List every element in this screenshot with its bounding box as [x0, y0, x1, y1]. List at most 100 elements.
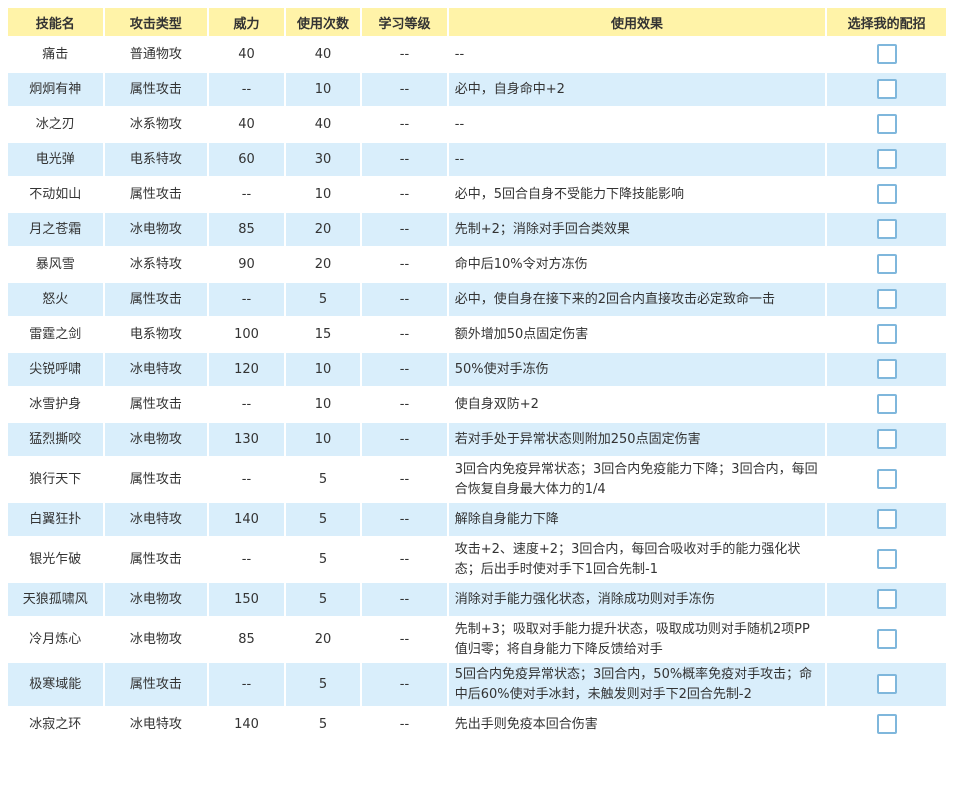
select-checkbox[interactable]	[876, 509, 897, 530]
select-cell	[827, 583, 946, 616]
uses-cell: 10	[285, 388, 361, 421]
table-row: 极寒域能 属性攻击 -- 5 -- 5回合内免疫异常状态；3回合内，50%概率免疫对手攻击…	[8, 663, 946, 706]
select-checkbox[interactable]	[876, 149, 897, 170]
power-cell: --	[209, 178, 284, 211]
learn-level-cell: --	[362, 353, 447, 386]
select-checkbox[interactable]	[876, 184, 897, 205]
power-cell: --	[209, 283, 284, 316]
skill-name-cell: 猛烈撕咬	[8, 423, 103, 456]
power-cell: 90	[209, 248, 284, 281]
select-checkbox[interactable]	[876, 359, 897, 380]
uses-cell: 30	[285, 143, 361, 176]
select-cell	[827, 503, 946, 536]
header-effect: 使用效果	[448, 8, 826, 36]
select-checkbox[interactable]	[876, 589, 897, 610]
select-cell	[827, 353, 946, 386]
select-checkbox[interactable]	[876, 629, 897, 650]
skill-name-cell: 痛击	[8, 38, 103, 71]
uses-cell: 15	[285, 318, 361, 351]
uses-cell: 20	[285, 213, 361, 246]
header-attack-type: 攻击类型	[104, 8, 208, 36]
learn-level-cell: --	[362, 388, 447, 421]
attack-type-cell: 冰电物攻	[104, 213, 208, 246]
learn-level-cell: --	[362, 178, 447, 211]
table-row: 冰寂之环 冰电特攻 140 5 -- 先出手则免疫本回合伤害	[8, 708, 946, 741]
select-checkbox[interactable]	[876, 289, 897, 310]
effect-cell: 必中，自身命中+2	[448, 73, 826, 106]
attack-type-cell: 冰电特攻	[104, 708, 208, 741]
select-checkbox[interactable]	[876, 714, 897, 735]
select-checkbox[interactable]	[876, 469, 897, 490]
power-cell: --	[209, 458, 284, 501]
select-cell	[827, 108, 946, 141]
select-cell	[827, 663, 946, 706]
attack-type-cell: 普通物攻	[104, 38, 208, 71]
uses-cell: 5	[285, 458, 361, 501]
select-checkbox[interactable]	[876, 549, 897, 570]
select-cell	[827, 538, 946, 581]
skill-table: 技能名 攻击类型 威力 使用次数 学习等级 使用效果 选择我的配招 痛击 普通物攻…	[6, 6, 948, 743]
select-cell	[827, 73, 946, 106]
attack-type-cell: 冰电物攻	[104, 618, 208, 661]
power-cell: 40	[209, 108, 284, 141]
learn-level-cell: --	[362, 618, 447, 661]
uses-cell: 5	[285, 708, 361, 741]
select-checkbox[interactable]	[876, 674, 897, 695]
effect-cell: 必中，5回合自身不受能力下降技能影响	[448, 178, 826, 211]
learn-level-cell: --	[362, 108, 447, 141]
table-row: 尖锐呼啸 冰电特攻 120 10 -- 50%使对手冻伤	[8, 353, 946, 386]
skill-name-cell: 狼行天下	[8, 458, 103, 501]
table-row: 月之苍霜 冰电物攻 85 20 -- 先制+2；消除对手回合类效果	[8, 213, 946, 246]
uses-cell: 5	[285, 538, 361, 581]
table-row: 电光弹 电系特攻 60 30 -- --	[8, 143, 946, 176]
select-cell	[827, 248, 946, 281]
table-row: 痛击 普通物攻 40 40 -- --	[8, 38, 946, 71]
select-checkbox[interactable]	[876, 324, 897, 345]
skill-name-cell: 白翼狂扑	[8, 503, 103, 536]
effect-cell: 攻击+2、速度+2；3回合内，每回合吸收对手的能力强化状态；后出手时使对手下1回…	[448, 538, 826, 581]
skill-name-cell: 冷月炼心	[8, 618, 103, 661]
skill-name-cell: 月之苍霜	[8, 213, 103, 246]
skill-name-cell: 炯炯有神	[8, 73, 103, 106]
skill-name-cell: 尖锐呼啸	[8, 353, 103, 386]
table-row: 猛烈撕咬 冰电物攻 130 10 -- 若对手处于异常状态则附加250点固定伤害	[8, 423, 946, 456]
attack-type-cell: 属性攻击	[104, 458, 208, 501]
select-cell	[827, 38, 946, 71]
select-cell	[827, 318, 946, 351]
table-row: 狼行天下 属性攻击 -- 5 -- 3回合内免疫异常状态；3回合内免疫能力下降；3回合内，…	[8, 458, 946, 501]
effect-cell: 先制+2；消除对手回合类效果	[448, 213, 826, 246]
effect-cell: 消除对手能力强化状态，消除成功则对手冻伤	[448, 583, 826, 616]
effect-cell: --	[448, 143, 826, 176]
table-row: 暴风雪 冰系特攻 90 20 -- 命中后10%令对方冻伤	[8, 248, 946, 281]
select-cell	[827, 388, 946, 421]
uses-cell: 10	[285, 353, 361, 386]
header-uses: 使用次数	[285, 8, 361, 36]
select-checkbox[interactable]	[876, 79, 897, 100]
uses-cell: 20	[285, 618, 361, 661]
table-row: 冰之刃 冰系物攻 40 40 -- --	[8, 108, 946, 141]
uses-cell: 5	[285, 583, 361, 616]
learn-level-cell: --	[362, 708, 447, 741]
header-select: 选择我的配招	[827, 8, 946, 36]
header-power: 威力	[209, 8, 284, 36]
select-checkbox[interactable]	[876, 254, 897, 275]
attack-type-cell: 属性攻击	[104, 663, 208, 706]
power-cell: --	[209, 388, 284, 421]
select-checkbox[interactable]	[876, 429, 897, 450]
effect-cell: --	[448, 38, 826, 71]
header-skill-name: 技能名	[8, 8, 103, 36]
header-row: 技能名 攻击类型 威力 使用次数 学习等级 使用效果 选择我的配招	[8, 8, 946, 36]
effect-cell: 若对手处于异常状态则附加250点固定伤害	[448, 423, 826, 456]
skill-name-cell: 天狼孤啸风	[8, 583, 103, 616]
effect-cell: 额外增加50点固定伤害	[448, 318, 826, 351]
select-checkbox[interactable]	[876, 219, 897, 240]
power-cell: 40	[209, 38, 284, 71]
select-checkbox[interactable]	[876, 44, 897, 65]
table-row: 白翼狂扑 冰电特攻 140 5 -- 解除自身能力下降	[8, 503, 946, 536]
select-checkbox[interactable]	[876, 394, 897, 415]
uses-cell: 40	[285, 108, 361, 141]
skill-name-cell: 冰之刃	[8, 108, 103, 141]
learn-level-cell: --	[362, 663, 447, 706]
select-checkbox[interactable]	[876, 114, 897, 135]
effect-cell: 命中后10%令对方冻伤	[448, 248, 826, 281]
